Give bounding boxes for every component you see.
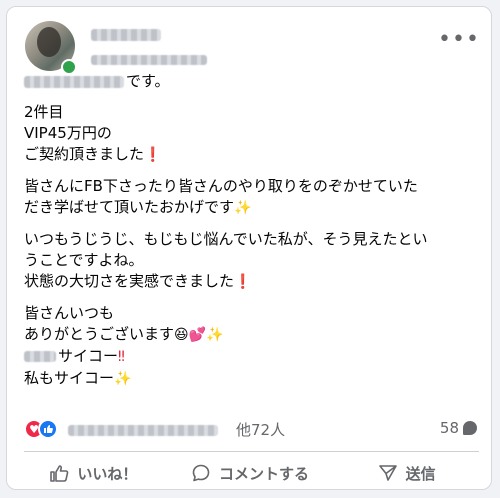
comment-bubble-icon: [463, 421, 477, 435]
hearts-icon: 💕: [188, 327, 207, 343]
text-line: ありがとうございます: [24, 325, 175, 343]
reaction-icons[interactable]: ♥: [24, 419, 64, 441]
comment-count-number: 58: [439, 419, 459, 437]
like-button[interactable]: いいね！: [15, 455, 172, 491]
like-label: いいね！: [77, 464, 138, 483]
redacted-name: [24, 351, 56, 362]
text-line: 皆さんいつも: [24, 304, 115, 322]
sparkles-icon: ✨: [206, 327, 224, 343]
thumbs-up-icon: [50, 465, 69, 482]
send-label: 送信: [405, 464, 436, 483]
double-exclamation-icon: ‼: [118, 349, 125, 365]
laughing-face-icon: 😆: [174, 327, 189, 343]
more-options-button[interactable]: •••: [438, 25, 479, 53]
paragraph-closing: 皆さんいつも ありがとうございます😆💕✨ サイコー‼ 私もサイコー✨: [24, 303, 479, 390]
author-name-redacted[interactable]: [91, 29, 161, 41]
sparkles-icon: ✨: [234, 200, 252, 216]
comment-button[interactable]: コメントする: [172, 455, 329, 491]
comment-label: コメントする: [219, 464, 310, 483]
avatar-photo: [37, 27, 61, 57]
send-button[interactable]: 送信: [328, 455, 485, 491]
like-reaction-icon: [38, 419, 58, 439]
paragraph-contract: 2件目 VIP45万円の ご契約頂きました❗: [24, 102, 479, 166]
exclamation-icon: ❗: [144, 147, 162, 163]
post-actions: いいね！ コメントする 送信: [15, 455, 485, 491]
divider: [24, 451, 479, 452]
text-line: VIP45万円の: [24, 124, 112, 142]
exclamation-icon: ❗: [234, 274, 252, 290]
text-line: うことですよね。: [24, 251, 144, 269]
reaction-others-count[interactable]: 他72人: [236, 419, 285, 440]
comment-count[interactable]: 58: [440, 419, 477, 437]
comment-icon: [192, 464, 210, 482]
text-line: 皆さんにFB下さったり皆さんのやり取りをのぞかせていた: [24, 177, 418, 195]
text-line: サイコー: [58, 347, 119, 365]
paragraph-reflection: いつもうじうじ、もじもじ悩んでいた私が、そう見えたとい うことですよね。 状態の…: [24, 229, 479, 293]
post-stats: ♥ 他72人 58: [24, 419, 479, 443]
paragraph-thanks-feedback: 皆さんにFB下さったり皆さんのやり取りをのぞかせていた だき学ばせて頂いたおかげ…: [24, 176, 479, 219]
send-icon: [378, 465, 397, 481]
paragraph-intro: です。: [24, 71, 479, 92]
intro-suffix: です。: [126, 72, 170, 90]
post-meta-redacted[interactable]: [91, 55, 207, 65]
text-line: ご契約頂きました: [24, 145, 145, 163]
redacted-name: [24, 75, 124, 88]
post-header: •••: [21, 21, 479, 75]
post-card: ••• です。 2件目 VIP45万円の ご契約頂きました❗ 皆さんにFB下さっ…: [6, 6, 492, 490]
text-line: 私もサイコー: [24, 369, 115, 387]
reactor-names-redacted[interactable]: [68, 425, 218, 436]
sparkles-icon: ✨: [114, 371, 132, 387]
text-line: だき学ばせて頂いたおかげです: [24, 198, 235, 216]
text-line: 2件目: [24, 103, 64, 121]
text-line: 状態の大切さを実感できました: [24, 272, 235, 290]
text-line: いつもうじうじ、もじもじ悩んでいた私が、そう見えたとい: [24, 230, 428, 248]
post-text: です。 2件目 VIP45万円の ご契約頂きました❗ 皆さんにFB下さったり皆さ…: [24, 71, 479, 400]
